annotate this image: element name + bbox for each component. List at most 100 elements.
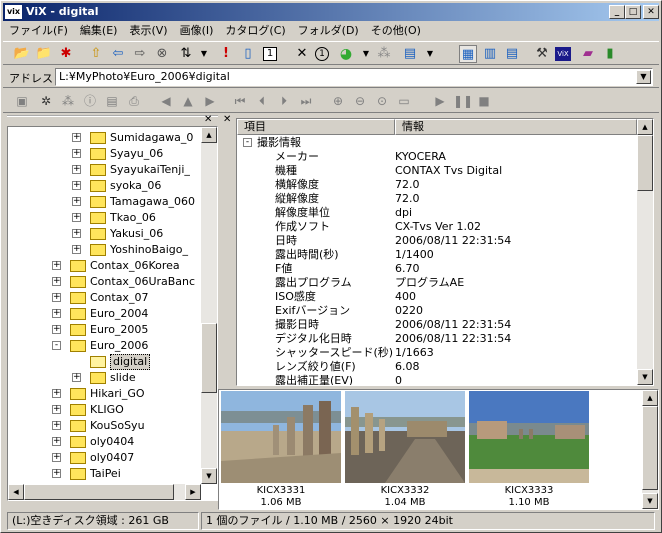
menu-file[interactable]: ファイル(F): [3, 22, 74, 40]
save-icon[interactable]: ▤: [103, 92, 121, 110]
tree-item[interactable]: + KouSoSyu: [8, 418, 198, 434]
expand-icon[interactable]: +: [72, 229, 81, 238]
zoom-in-icon[interactable]: ⊕: [329, 92, 347, 110]
tree-hscroll-thumb[interactable]: [24, 484, 174, 500]
expand-icon[interactable]: +: [52, 389, 61, 398]
property-row[interactable]: 露出補正量(EV) 0: [237, 374, 637, 385]
props-scroll-thumb[interactable]: [637, 135, 653, 191]
page-prev-icon[interactable]: ⏴: [253, 92, 271, 110]
prev-icon[interactable]: ◀: [157, 92, 175, 110]
menu-edit[interactable]: 編集(E): [74, 22, 124, 40]
tree-item[interactable]: + oly0404: [8, 434, 198, 450]
property-row[interactable]: メーカー KYOCERA: [237, 150, 637, 164]
column-header-info[interactable]: 情報: [395, 119, 637, 135]
scroll-up-icon[interactable]: ▲: [201, 127, 217, 143]
edit-image-icon[interactable]: ▣: [13, 92, 31, 110]
tree-item[interactable]: + Euro_2004: [8, 306, 198, 322]
back-icon[interactable]: ⇦: [109, 45, 127, 63]
menu-catalog[interactable]: カタログ(C): [219, 22, 291, 40]
props-scrollbar[interactable]: ▲ ▼: [637, 119, 653, 385]
scroll-up-icon[interactable]: ▲: [637, 119, 653, 135]
expand-icon[interactable]: +: [52, 437, 61, 446]
expand-icon[interactable]: +: [72, 149, 81, 158]
maximize-button[interactable]: □: [625, 5, 641, 19]
address-dropdown-icon[interactable]: ▼: [636, 70, 651, 84]
tree-item[interactable]: + Hikari_GO: [8, 386, 198, 402]
scroll-down-icon[interactable]: ▼: [642, 493, 658, 509]
close-button[interactable]: ✕: [643, 5, 659, 19]
props-close-icon[interactable]: ✕: [223, 115, 231, 125]
property-row[interactable]: レンズ絞り値(F) 6.08: [237, 360, 637, 374]
property-row[interactable]: Exifバージョン 0220: [237, 304, 637, 318]
property-row[interactable]: 露出時間(秒) 1/1400: [237, 248, 637, 262]
view-dropdown-icon[interactable]: ▼: [421, 45, 439, 63]
file-info-icon[interactable]: ▯: [239, 45, 257, 63]
address-input[interactable]: L:¥MyPhoto¥Euro_2006¥digital ▼: [55, 68, 653, 86]
sort-icon[interactable]: ⇅: [177, 45, 195, 63]
sort-dropdown-icon[interactable]: ▼: [195, 45, 213, 63]
property-row[interactable]: 作成ソフト CX-Tvs Ver 1.02: [237, 220, 637, 234]
property-row[interactable]: ISO感度 400: [237, 290, 637, 304]
tree-item[interactable]: + Contax_06Korea: [8, 258, 198, 274]
menu-folder[interactable]: フォルダ(D): [292, 22, 365, 40]
thumbnail-image[interactable]: [469, 391, 589, 483]
up-arrow-icon[interactable]: ▲: [179, 92, 197, 110]
wand-icon[interactable]: ⁂: [375, 45, 393, 63]
color-dropdown-icon[interactable]: ▼: [357, 45, 375, 63]
list-view-icon[interactable]: ▤: [401, 45, 419, 63]
menu-view[interactable]: 表示(V): [123, 22, 173, 40]
expand-icon[interactable]: +: [52, 421, 61, 430]
zoom-out-icon[interactable]: ⊖: [351, 92, 369, 110]
mark-icon[interactable]: !: [217, 45, 235, 63]
group-row[interactable]: - 撮影情報: [237, 136, 637, 150]
scroll-up-icon[interactable]: ▲: [642, 390, 658, 406]
thumbnail-scrollbar[interactable]: ▲ ▼: [642, 390, 658, 509]
book-icon[interactable]: ▰: [579, 45, 597, 63]
tree-item[interactable]: + Yakusi_06: [8, 226, 198, 242]
property-row[interactable]: 機種 CONTAX Tvs Digital: [237, 164, 637, 178]
expand-icon[interactable]: +: [52, 261, 61, 270]
property-row[interactable]: シャッタースピード(秒) 1/1663: [237, 346, 637, 360]
property-row[interactable]: 縦解像度 72.0: [237, 192, 637, 206]
tree-scroll-thumb[interactable]: [201, 323, 217, 393]
exit-icon[interactable]: ▮: [601, 45, 619, 63]
pause-icon[interactable]: ❚❚: [453, 92, 473, 110]
thumbnail-image[interactable]: [221, 391, 341, 483]
delete-folder-icon[interactable]: ✱: [57, 45, 75, 63]
expand-icon[interactable]: +: [52, 309, 61, 318]
expand-icon[interactable]: +: [52, 325, 61, 334]
expand-icon[interactable]: +: [72, 165, 81, 174]
expand-icon[interactable]: +: [52, 453, 61, 462]
scroll-right-icon[interactable]: ▶: [185, 484, 201, 500]
property-row[interactable]: 日時 2006/08/11 22:31:54: [237, 234, 637, 248]
effect-icon[interactable]: ✲: [37, 92, 55, 110]
tree-close-icon[interactable]: ✕: [204, 115, 212, 125]
thumbnail-image[interactable]: [345, 391, 465, 483]
tree-item[interactable]: + Syayu_06: [8, 146, 198, 162]
up-folder-icon[interactable]: ⇧: [87, 45, 105, 63]
tree-item[interactable]: + TaiPei: [8, 466, 198, 482]
expand-icon[interactable]: +: [72, 133, 81, 142]
tree-item[interactable]: + Tamagawa_060: [8, 194, 198, 210]
tree-item[interactable]: + YoshinoBaigo_: [8, 242, 198, 258]
tree-vscrollbar[interactable]: ▲ ▼: [201, 127, 217, 484]
fullscreen-icon[interactable]: ▭: [395, 92, 413, 110]
tree-item[interactable]: + Euro_2005: [8, 322, 198, 338]
scroll-left-icon[interactable]: ◀: [8, 484, 24, 500]
property-row[interactable]: 撮影日時 2006/08/11 22:31:54: [237, 318, 637, 332]
property-row[interactable]: デジタル化日時 2006/08/11 22:31:54: [237, 332, 637, 346]
info-icon[interactable]: 1: [263, 47, 277, 61]
tree-hscrollbar[interactable]: ◀ ▶: [8, 484, 201, 500]
tree-item[interactable]: + KLIGO: [8, 402, 198, 418]
stop-slideshow-icon[interactable]: ■: [475, 92, 493, 110]
page-next-icon[interactable]: ⏵: [275, 92, 293, 110]
tools-icon[interactable]: ⚒: [533, 45, 551, 63]
magic-icon[interactable]: ⁂: [59, 92, 77, 110]
color-icon[interactable]: ◕: [337, 45, 355, 63]
scroll-down-icon[interactable]: ▼: [637, 369, 653, 385]
next-icon[interactable]: ▶: [201, 92, 219, 110]
first-icon[interactable]: ⏮: [231, 92, 249, 110]
property-row[interactable]: 解像度単位 dpi: [237, 206, 637, 220]
open-folder-icon[interactable]: 📂: [13, 45, 31, 63]
expand-icon[interactable]: +: [72, 245, 81, 254]
